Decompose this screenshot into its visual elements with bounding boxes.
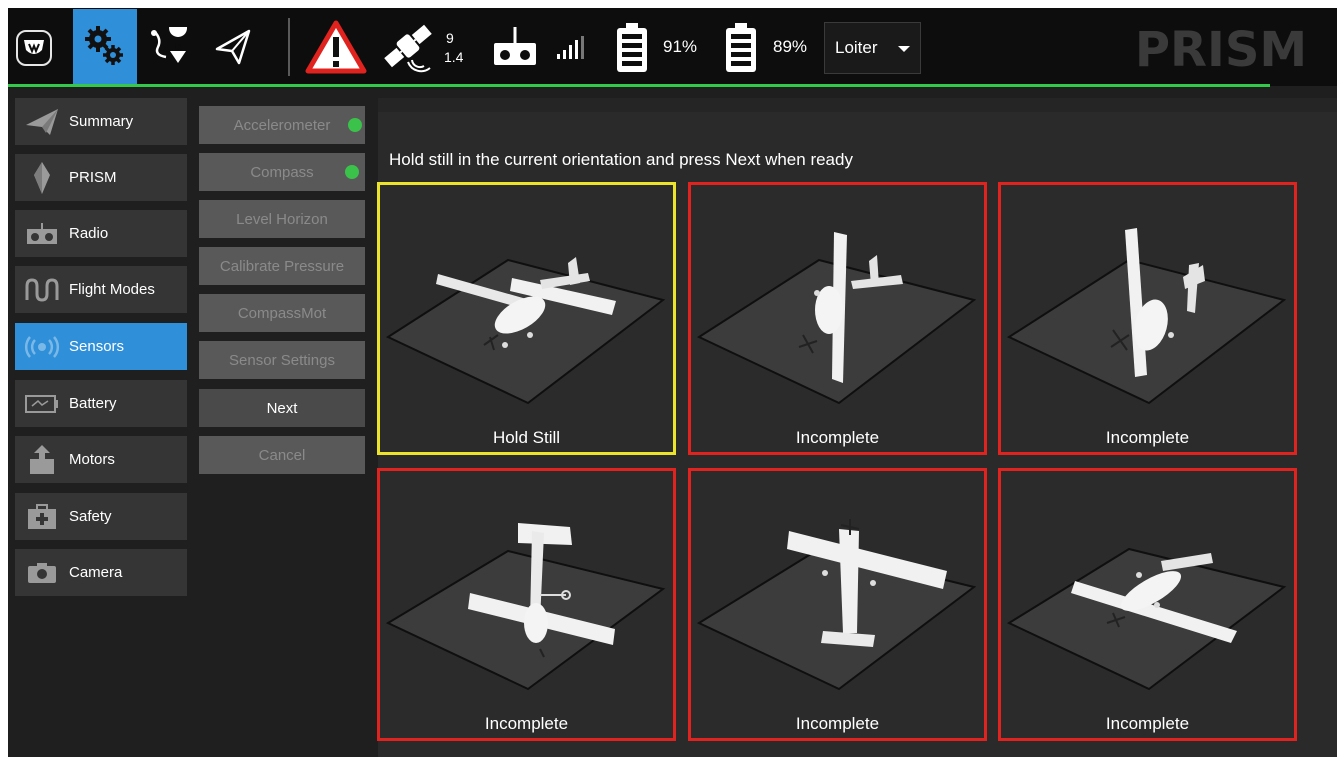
orientation-tile-right-side: Incomplete — [998, 182, 1297, 455]
chevron-down-icon — [898, 46, 910, 52]
nav-item-flight-modes[interactable]: Flight Modes — [15, 266, 187, 313]
nav-item-camera[interactable]: Camera — [15, 549, 187, 596]
connection-status-line — [8, 84, 1270, 87]
brand-mark-icon — [24, 40, 44, 54]
accelerometer-label: Accelerometer — [233, 116, 331, 134]
nav-item-sensors[interactable]: Sensors — [15, 323, 187, 370]
flight-mode-dropdown[interactable]: Loiter — [824, 22, 921, 74]
battery-2-icon[interactable] — [721, 20, 761, 76]
airplane-nose-up-icon — [696, 519, 977, 691]
plan-view-button[interactable]: B — [145, 22, 195, 72]
nav-item-motors[interactable]: Motors — [15, 436, 187, 483]
orientation-tile-level: Hold Still — [377, 182, 676, 455]
nav-item-safety[interactable]: Safety — [15, 493, 187, 540]
flight-mode-value: Loiter — [835, 38, 878, 57]
nav-label-flight-modes: Flight Modes — [69, 281, 155, 298]
svg-text:B: B — [174, 43, 182, 54]
app-logo-button[interactable] — [16, 30, 52, 66]
brand-wordmark: PRISM — [1135, 22, 1307, 74]
nav-label-prism: PRISM — [69, 169, 117, 186]
accelerometer-status-icon — [348, 118, 362, 132]
waypoint-route-icon: B — [151, 27, 188, 63]
prism-icon — [15, 154, 69, 201]
sensors-icon — [15, 323, 69, 370]
gps-satellite-icon[interactable] — [376, 18, 442, 76]
battery-1-icon[interactable] — [612, 20, 652, 76]
orientation-tile-left-side: Incomplete — [688, 182, 987, 455]
battery-1-percent: 91% — [663, 37, 698, 56]
motors-icon — [15, 436, 69, 483]
first-aid-icon — [15, 493, 69, 540]
tile-status-label: Incomplete — [795, 714, 880, 733]
next-button[interactable]: Next — [199, 389, 365, 427]
compass-status-icon — [345, 165, 359, 179]
orientation-tile-nose-down: Incomplete — [377, 468, 676, 741]
sensor-settings-button[interactable]: Sensor Settings — [199, 341, 365, 379]
paper-plane-icon — [215, 29, 251, 65]
main-header-strip — [378, 98, 1337, 112]
nav-label-battery: Battery — [69, 395, 117, 412]
nav-label-motors: Motors — [69, 451, 115, 468]
paper-plane-icon — [15, 98, 69, 145]
vehicle-setup-button[interactable] — [73, 9, 137, 84]
nav-item-prism[interactable]: PRISM — [15, 154, 187, 201]
airplane-upside-down-icon — [1006, 547, 1287, 691]
rc-transmitter-icon[interactable] — [488, 22, 542, 72]
gps-hdop-value: 1.4 — [444, 49, 464, 65]
nav-label-safety: Safety — [69, 508, 112, 525]
accelerometer-button[interactable]: Accelerometer — [199, 106, 365, 144]
camera-icon — [15, 549, 69, 596]
tile-status-label: Incomplete — [484, 714, 569, 733]
calibrate-pressure-button[interactable]: Calibrate Pressure — [199, 247, 365, 285]
nav-item-radio[interactable]: Radio — [15, 210, 187, 257]
airplane-right-side-icon — [1006, 228, 1287, 405]
orientation-tile-upside-down: Incomplete — [998, 468, 1297, 741]
warning-icon[interactable] — [304, 18, 368, 76]
gears-icon — [85, 25, 123, 65]
nav-label-summary: Summary — [69, 113, 134, 130]
level-horizon-label: Level Horizon — [236, 210, 328, 228]
flight-modes-icon — [15, 266, 69, 313]
compassmot-label: CompassMot — [237, 304, 327, 322]
compass-label: Compass — [250, 163, 314, 181]
cancel-button[interactable]: Cancel — [199, 436, 365, 474]
airplane-left-side-icon — [696, 232, 977, 405]
fly-view-button[interactable] — [208, 22, 258, 72]
radio-icon — [15, 210, 69, 257]
airplane-nose-down-icon — [385, 523, 666, 691]
level-horizon-button[interactable]: Level Horizon — [199, 200, 365, 238]
battery-2-percent: 89% — [773, 37, 808, 56]
compass-button[interactable]: Compass — [199, 153, 365, 191]
nav-item-summary[interactable]: Summary — [15, 98, 187, 145]
compassmot-button[interactable]: CompassMot — [199, 294, 365, 332]
orientation-tile-nose-up: Incomplete — [688, 468, 987, 741]
signal-strength-icon[interactable] — [550, 30, 594, 66]
sensor-settings-label: Sensor Settings — [229, 351, 335, 369]
airplane-level-icon — [385, 257, 666, 405]
tile-status-label: Incomplete — [795, 428, 880, 447]
top-toolbar: B 9 1.4 91% 89% Loiter PRISM — [8, 8, 1337, 87]
tile-status-label: Hold Still — [492, 428, 561, 447]
nav-label-radio: Radio — [69, 225, 109, 242]
nav-label-camera: Camera — [69, 564, 123, 581]
calibration-instruction: Hold still in the current orientation an… — [389, 150, 853, 169]
app-window: B 9 1.4 91% 89% Loiter PRISM Summary PRI… — [8, 8, 1337, 757]
nav-label-sensors: Sensors — [69, 338, 125, 355]
tile-status-label: Incomplete — [1105, 428, 1190, 447]
nav-item-battery[interactable]: Battery — [15, 380, 187, 427]
battery-icon — [15, 380, 69, 427]
gps-satellite-count: 9 — [446, 30, 454, 46]
main-header-strip-2 — [378, 112, 1337, 138]
tile-status-label: Incomplete — [1105, 714, 1190, 733]
calibrate-pressure-label: Calibrate Pressure — [219, 257, 345, 275]
prism-logo: PRISM — [1105, 22, 1337, 74]
toolbar-divider — [288, 18, 290, 76]
